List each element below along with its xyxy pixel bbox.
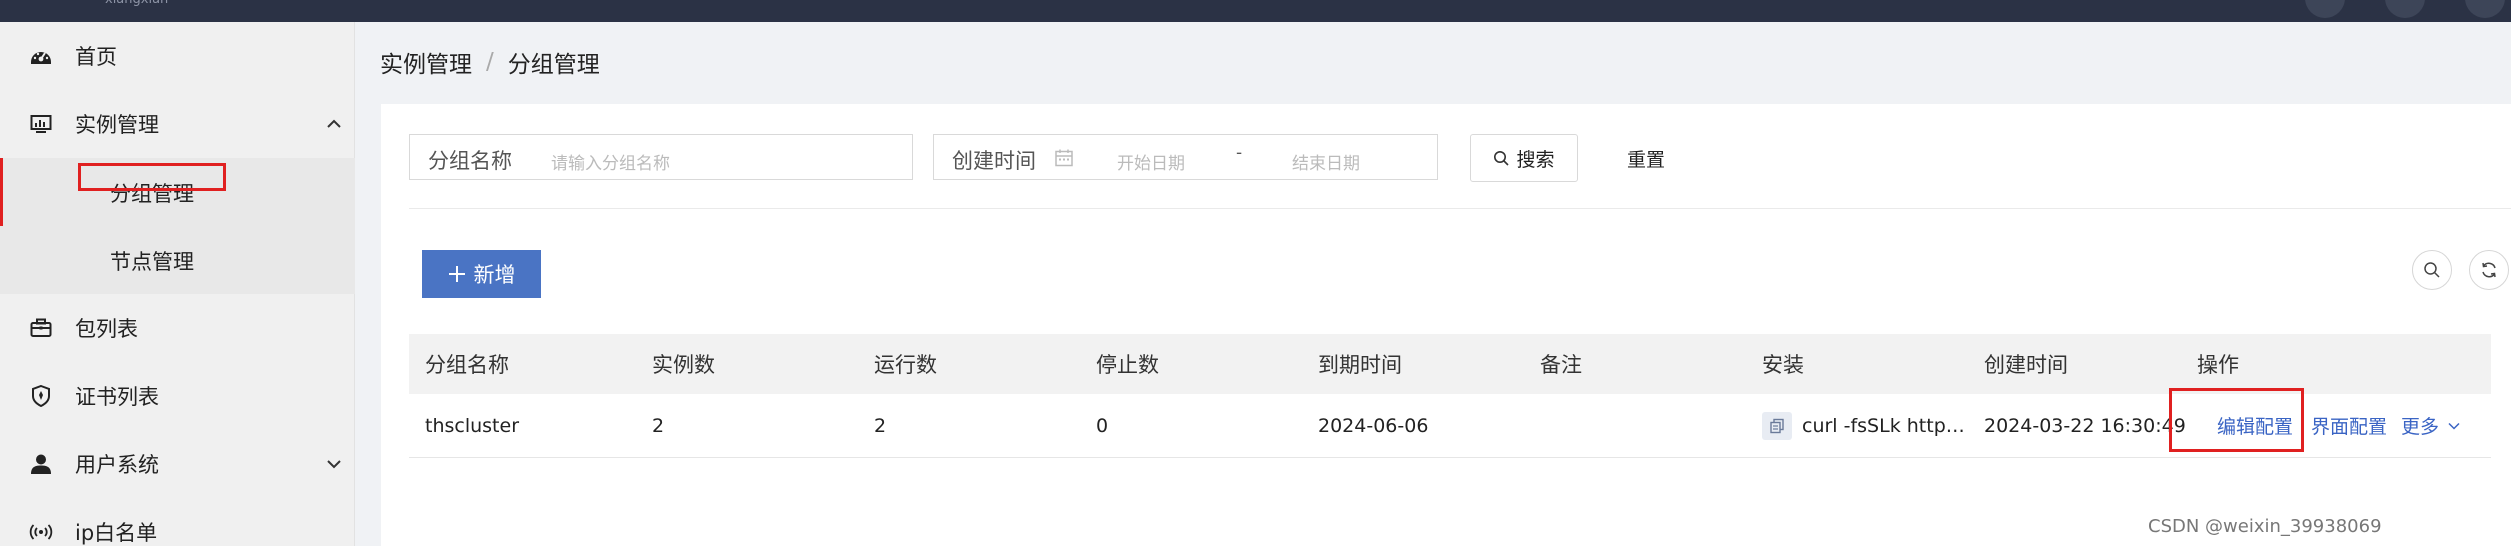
cell-created: 2024-03-22 16:30:49 [1984, 414, 2186, 437]
cell-running: 2 [874, 414, 887, 437]
column-header-name: 分组名称 [425, 353, 509, 377]
ui-config-link[interactable]: 界面配置 [2311, 412, 2387, 439]
date-range-separator: - [1236, 143, 1243, 163]
header-avatar-2[interactable] [2385, 0, 2425, 18]
plus-icon [448, 266, 465, 282]
watermark: CSDN @weixin_39938069 [2148, 516, 2382, 537]
monitor-icon [28, 111, 54, 137]
highlight-box [2169, 388, 2304, 452]
add-button[interactable]: 新增 [422, 250, 541, 298]
dashboard-icon [28, 43, 54, 69]
highlight-box [78, 163, 226, 191]
divider [409, 208, 2511, 209]
table-header: 分组名称 实例数 运行数 停止数 到期时间 备注 安装 创建时间 操作 [409, 334, 2491, 394]
column-header-stopped: 停止数 [1096, 353, 1159, 377]
sidebar-item-certs[interactable]: 证书列表 [0, 362, 355, 430]
reset-button[interactable]: 重置 [1601, 134, 1691, 182]
chevron-down-icon [327, 460, 341, 469]
add-button-label: 新增 [473, 263, 516, 287]
sidebar-item-label: 实例管理 [75, 113, 159, 137]
refresh-icon [2482, 262, 2496, 278]
group-name-input[interactable]: 请输入分组名称 [551, 149, 670, 174]
brand-text: xiangxian [105, 0, 168, 7]
breadcrumb-current: 分组管理 [507, 52, 600, 78]
more-dropdown[interactable]: 更多 [2401, 412, 2439, 439]
sidebar-item-ip-whitelist[interactable]: ip白名单 [0, 498, 355, 546]
search-button-label: 搜索 [1516, 148, 1555, 171]
briefcase-icon [28, 315, 54, 341]
sidebar-item-packages[interactable]: 包列表 [0, 294, 355, 362]
column-header-running: 运行数 [874, 353, 937, 377]
cell-install: curl -fsSLk http… [1762, 394, 1965, 457]
sidebar-item-label: 包列表 [75, 317, 138, 341]
chevron-down-icon[interactable] [2447, 419, 2461, 433]
sidebar-item-label: 首页 [75, 45, 117, 69]
broadcast-icon [28, 519, 54, 545]
shield-icon [28, 383, 54, 409]
column-header-instances: 实例数 [652, 353, 715, 377]
created-time-field[interactable]: 创建时间 开始日期 - 结束日期 [933, 134, 1438, 180]
sidebar-item-label: 证书列表 [75, 385, 159, 409]
user-icon [28, 451, 54, 477]
sidebar-item-label: 用户系统 [75, 453, 159, 477]
sidebar-item-instances[interactable]: 实例管理 [0, 90, 355, 158]
created-time-label: 创建时间 [952, 149, 1036, 173]
active-indicator [0, 158, 3, 226]
refresh-button[interactable] [2469, 250, 2509, 290]
toggle-search-button[interactable] [2412, 250, 2452, 290]
sidebar-item-label: ip白名单 [75, 521, 158, 545]
group-name-label: 分组名称 [428, 149, 512, 173]
top-navbar: xiangxian [0, 0, 2511, 22]
cell-stopped: 0 [1096, 414, 1109, 437]
group-name-field[interactable]: 分组名称 请输入分组名称 [409, 134, 913, 180]
sidebar-item-nodes[interactable]: 节点管理 [0, 226, 355, 294]
search-button[interactable]: 搜索 [1470, 134, 1578, 182]
start-date-input[interactable]: 开始日期 [1117, 149, 1185, 174]
search-icon [2424, 262, 2440, 278]
sidebar-item-users[interactable]: 用户系统 [0, 430, 355, 498]
column-header-remark: 备注 [1540, 353, 1582, 377]
copy-icon[interactable] [1762, 411, 1792, 440]
sidebar: 首页 实例管理 分组管理 节点管理 包列表 证书列表 用户系统 ip白名单 [0, 22, 355, 546]
cell-instances: 2 [652, 414, 665, 437]
calendar-icon [1055, 149, 1073, 167]
search-icon [1494, 150, 1510, 166]
breadcrumb-separator: / [486, 49, 494, 75]
sidebar-subitem-label: 节点管理 [110, 250, 194, 274]
cell-expire: 2024-06-06 [1318, 414, 1429, 437]
header-avatar-3[interactable] [2465, 0, 2505, 18]
breadcrumb-parent[interactable]: 实例管理 [380, 45, 472, 79]
column-header-created: 创建时间 [1984, 353, 2068, 377]
install-command: curl -fsSLk http… [1802, 414, 1965, 437]
end-date-input[interactable]: 结束日期 [1292, 149, 1360, 174]
header-avatar-1[interactable] [2305, 0, 2345, 18]
column-header-actions: 操作 [2197, 353, 2239, 377]
column-header-expire: 到期时间 [1318, 353, 1402, 377]
cell-group-name: thscluster [425, 414, 520, 437]
chevron-up-icon [327, 119, 341, 128]
breadcrumb: 实例管理 / 分组管理 [356, 22, 2511, 102]
main-panel: 分组名称 请输入分组名称 创建时间 开始日期 - 结束日期 搜索 重置 新增 分… [381, 104, 2511, 546]
sidebar-item-home[interactable]: 首页 [0, 22, 355, 90]
column-header-install: 安装 [1762, 353, 1804, 377]
